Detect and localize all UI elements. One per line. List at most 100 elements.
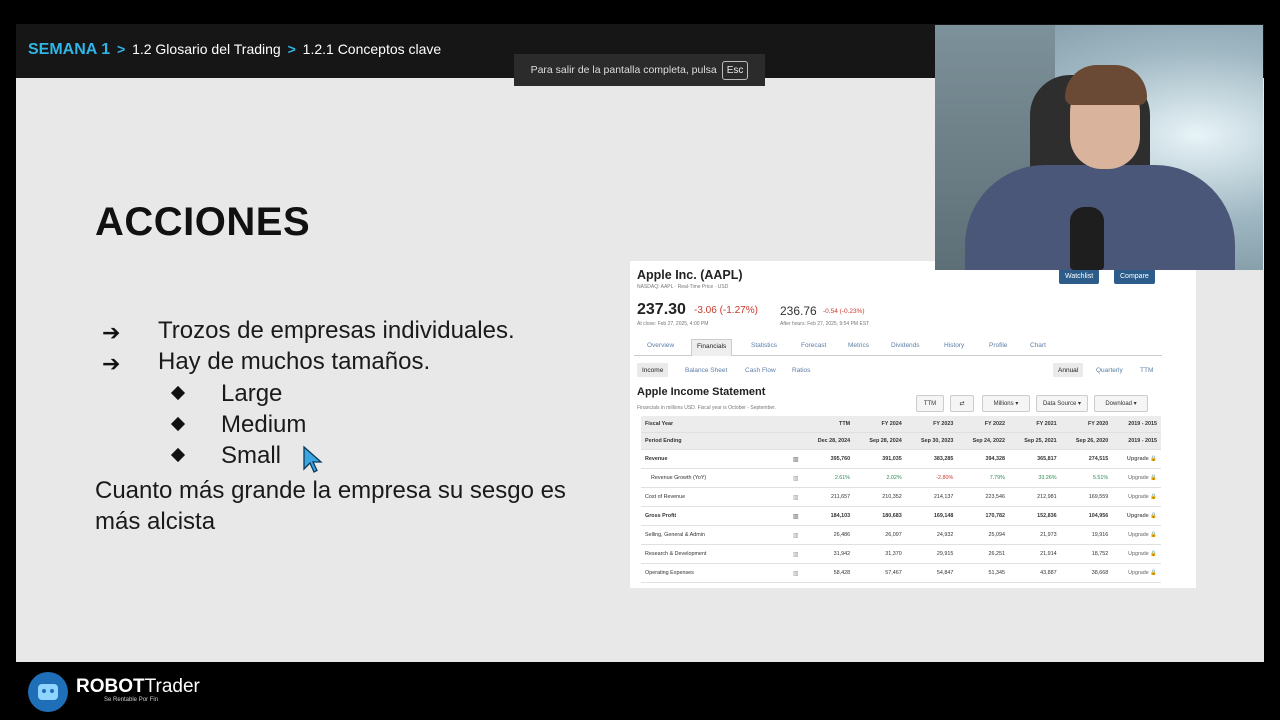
subtab-ratios[interactable]: Ratios	[792, 363, 810, 377]
bar-chart-icon[interactable]: ▥	[785, 544, 803, 564]
toast-text: Para salir de la pantalla completa, puls…	[530, 64, 717, 76]
table-cell: 2.02%	[854, 468, 906, 488]
table-cell: 57,467	[854, 563, 906, 583]
watchlist-button[interactable]: Watchlist	[1059, 269, 1100, 284]
table-body: Revenue ▥ 395,760 391,035 383,285 394,328 365,…	[641, 449, 1161, 583]
table-cell: 26,251	[957, 544, 1009, 564]
row-label: Gross Profit	[641, 506, 785, 526]
tab-chart[interactable]: Chart	[1025, 342, 1051, 355]
tab-metrics[interactable]: Metrics	[843, 342, 874, 355]
table-cell: 214,137	[905, 487, 958, 507]
price-change: -3.06 (-1.27%)	[694, 305, 758, 316]
upgrade-cell[interactable]: Upgrade 🔒	[1112, 449, 1161, 469]
tab-overview[interactable]: Overview	[642, 342, 679, 355]
period-cell: Dec 28, 2024	[802, 432, 855, 450]
upgrade-cell[interactable]: Upgrade 🔒	[1112, 563, 1161, 583]
sub-bullet-item: Medium	[221, 411, 307, 438]
tab-history[interactable]: History	[939, 342, 969, 355]
statement-title: Apple Income Statement	[637, 386, 766, 398]
period-ttm[interactable]: TTM	[1140, 363, 1153, 377]
table-cell: 54,847	[905, 563, 958, 583]
arrow-icon: ➔	[102, 351, 121, 376]
table-cell: 210,352	[854, 487, 906, 507]
exchange-line: NASDAQ: AAPL · Real-Time Price · USD	[637, 284, 729, 290]
row-label: Revenue Growth (YoY)	[641, 468, 785, 488]
column-header: FY 2024	[854, 416, 906, 433]
diamond-bullet-icon	[170, 416, 186, 432]
tab-forecast[interactable]: Forecast	[796, 342, 831, 355]
data-source-select[interactable]: Data Source ▾	[1036, 395, 1088, 412]
download-button[interactable]: Download ▾	[1094, 395, 1148, 412]
diamond-bullet-icon	[170, 447, 186, 463]
tab-profile[interactable]: Profile	[984, 342, 1012, 355]
table-cell: 19,916	[1060, 525, 1113, 545]
period-cell: Sep 26, 2020	[1060, 432, 1113, 450]
upgrade-cell[interactable]: Upgrade 🔒	[1112, 506, 1161, 526]
subtab-income[interactable]: Income	[637, 363, 669, 377]
table-cell: 170,782	[957, 506, 1009, 526]
table-cell: 180,683	[854, 506, 906, 526]
tab-dividends[interactable]: Dividends	[886, 342, 925, 355]
ttm-toggle[interactable]: TTM	[916, 395, 944, 412]
units-select[interactable]: Millions ▾	[982, 395, 1030, 412]
bullet-item: Trozos de empresas individuales.	[158, 317, 515, 344]
upgrade-cell[interactable]: Upgrade 🔒	[1112, 487, 1161, 507]
table-cell: 2.61%	[802, 468, 855, 488]
breadcrumb-separator: >	[116, 41, 126, 57]
period-annual[interactable]: Annual	[1053, 363, 1084, 377]
breadcrumb: SEMANA 1 > 1.2 Glosario del Trading > 1.…	[28, 41, 441, 59]
brand-name: ROBOTTrader	[76, 676, 200, 697]
subtab-balance-sheet[interactable]: Balance Sheet	[685, 363, 727, 377]
table-cell: 169,148	[905, 506, 958, 526]
tab-statistics[interactable]: Statistics	[746, 342, 782, 355]
sub-bullet-item: Small	[221, 442, 282, 469]
diamond-bullet-icon	[170, 385, 186, 401]
upgrade-cell[interactable]: Upgrade 🔒	[1112, 468, 1161, 488]
table-cell: 104,956	[1060, 506, 1113, 526]
table-cell: 5.51%	[1060, 468, 1113, 488]
bar-chart-icon[interactable]: ▥	[785, 449, 803, 469]
column-header: FY 2023	[905, 416, 958, 433]
bar-chart-icon[interactable]: ▥	[785, 506, 803, 526]
webcam-presenter-hair	[1065, 65, 1147, 105]
compare-button[interactable]: Compare	[1114, 269, 1155, 284]
sub-bullet-item: Large	[221, 380, 283, 407]
table-row: Gross Profit ▥ 184,103 180,683 169,148 170,78…	[641, 506, 1161, 526]
row-label: Research & Development	[641, 544, 785, 564]
bullet-item: Hay de muchos tamaños.	[158, 348, 431, 375]
column-header: FY 2021	[1008, 416, 1061, 433]
table-cell: 43,887	[1008, 563, 1061, 583]
statement-note: Financials in millions USD. Fiscal year …	[637, 405, 776, 411]
mouse-cursor-icon	[303, 445, 323, 473]
column-header: 2019 - 2015	[1112, 416, 1161, 433]
bar-chart-icon[interactable]: ▥	[785, 487, 803, 507]
esc-key[interactable]: Esc	[721, 60, 749, 80]
table-cell: 212,981	[1008, 487, 1061, 507]
period-cell: Sep 25, 2021	[1008, 432, 1061, 450]
subtab-cash-flow[interactable]: Cash Flow	[745, 363, 776, 377]
table-row: Revenue Growth (YoY) ▥ 2.61% 2.02% -2.80% 7.7…	[641, 468, 1161, 488]
bar-chart-icon[interactable]: ▥	[785, 525, 803, 545]
table-cell: 21,973	[1008, 525, 1061, 545]
tab-financials[interactable]: Financials	[691, 339, 733, 356]
table-cell: 169,559	[1060, 487, 1113, 507]
row-label: Operating Expenses	[641, 563, 785, 583]
period-cell: Period Ending	[641, 432, 785, 450]
bar-chart-icon[interactable]: ▥	[785, 563, 803, 583]
breadcrumb-lesson: 1.2.1 Conceptos clave	[302, 41, 442, 57]
breadcrumb-week[interactable]: SEMANA 1	[28, 41, 110, 58]
income-statement-panel: Apple Inc. (AAPL) NASDAQ: AAPL · Real-Ti…	[630, 261, 1196, 588]
arrow-icon: ➔	[102, 320, 121, 345]
upgrade-cell[interactable]: Upgrade 🔒	[1112, 544, 1161, 564]
period-quarterly[interactable]: Quarterly	[1096, 363, 1123, 377]
bar-chart-icon[interactable]: ▥	[785, 468, 803, 488]
column-header: Fiscal Year	[641, 416, 785, 433]
row-label: Cost of Revenue	[641, 487, 785, 507]
table-cell: 152,836	[1008, 506, 1061, 526]
upgrade-cell[interactable]: Upgrade 🔒	[1112, 525, 1161, 545]
swap-icon[interactable]: ⇄	[950, 395, 974, 412]
company-name: Apple Inc. (AAPL)	[637, 268, 743, 282]
breadcrumb-section[interactable]: 1.2 Glosario del Trading	[132, 41, 281, 57]
table-cell: 38,668	[1060, 563, 1113, 583]
column-header: TTM	[802, 416, 855, 433]
